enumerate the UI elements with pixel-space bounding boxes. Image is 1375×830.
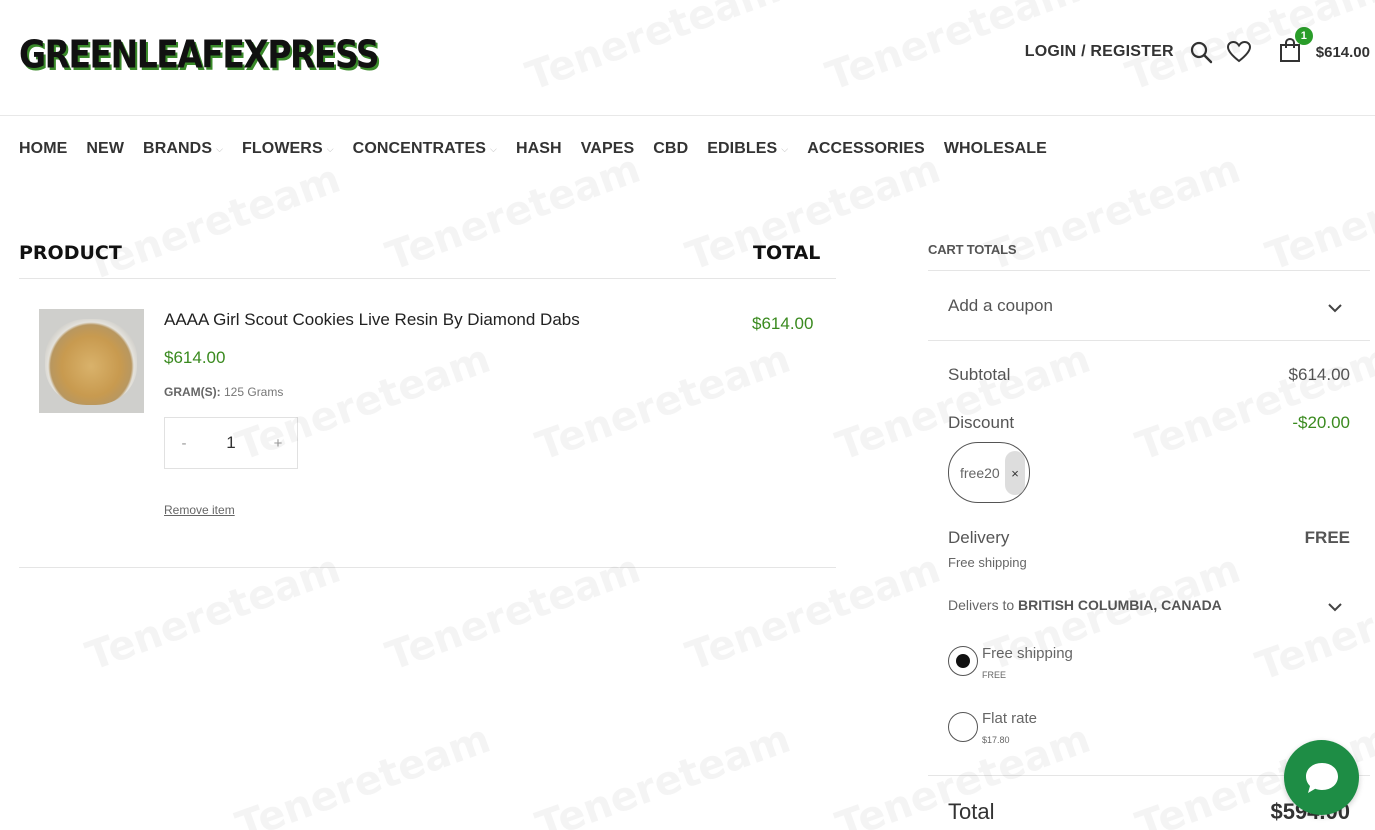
nav-label: NEW: [86, 140, 125, 157]
watermark: Tenereteam: [80, 156, 346, 290]
product-name[interactable]: AAAA Girl Scout Cookies Live Resin By Di…: [164, 310, 580, 330]
nav-label: ACCESSORIES: [807, 140, 925, 157]
delivery-label: Delivery: [948, 528, 1010, 547]
header-actions: LOGIN / REGISTER 1 $614.00: [1025, 26, 1370, 74]
product-variation: GRAM(S): 125 Grams: [164, 385, 283, 399]
watermark: Tenereteam: [530, 336, 796, 470]
watermark: Tenereteam: [1250, 556, 1375, 690]
nav-item-hash[interactable]: HASH: [516, 140, 562, 158]
shipping-option-label[interactable]: Flat rate: [982, 710, 1037, 727]
nav-label: EDIBLES: [707, 140, 778, 157]
variation-value: 125 Grams: [224, 385, 284, 399]
free-shipping-radio[interactable]: [948, 646, 978, 676]
nav-item-flowers[interactable]: FLOWERS ⌵: [242, 140, 334, 158]
nav-item-brands[interactable]: BRANDS ⌵: [143, 140, 223, 158]
watermark: Tenereteam: [980, 146, 1246, 280]
delivers-to-place: BRITISH COLUMBIA, CANADA: [1018, 597, 1222, 613]
nav-item-cbd[interactable]: CBD: [653, 140, 688, 158]
applied-coupon-chip: free20 ×: [948, 442, 1030, 503]
divider: [19, 567, 836, 568]
nav-item-new[interactable]: NEW: [86, 140, 124, 158]
site-header: GREENLEAFEXPRESS LOGIN / REGISTER 1 $614…: [0, 0, 1375, 116]
chevron-down-icon: ⌵: [216, 143, 224, 154]
chevron-down-icon: ⌵: [326, 143, 334, 154]
watermark: Tenereteam: [1130, 336, 1375, 470]
coupon-code: free20: [960, 464, 1000, 481]
cart-button[interactable]: 1: [1278, 26, 1313, 68]
watermark: Tenereteam: [380, 546, 646, 680]
nav-label: HOME: [19, 140, 68, 157]
delivers-to-prefix: Delivers to: [948, 597, 1015, 613]
nav-item-wholesale[interactable]: WHOLESALE: [944, 140, 1047, 158]
login-register-link[interactable]: LOGIN / REGISTER: [1025, 43, 1174, 61]
remove-item-link[interactable]: Remove item: [164, 503, 235, 517]
nav-label: FLOWERS: [242, 140, 323, 157]
delivery-method: Free shipping: [948, 555, 1027, 570]
watermark: Tenereteam: [530, 716, 796, 830]
watermark: Tenereteam: [230, 716, 496, 830]
cart-amount[interactable]: $614.00: [1316, 44, 1370, 61]
discount-value: -$20.00: [1292, 413, 1350, 432]
total-label: Total: [948, 799, 995, 824]
nav-item-home[interactable]: HOME: [19, 140, 67, 158]
delivery-value: FREE: [1304, 528, 1350, 547]
nav-item-concentrates[interactable]: CONCENTRATES ⌵: [353, 140, 497, 158]
nav-label: CONCENTRATES: [352, 140, 487, 157]
divider: [19, 278, 836, 279]
remove-coupon-button[interactable]: ×: [1005, 451, 1025, 495]
cart-totals-title: CART TOTALS: [928, 242, 1017, 257]
main-nav: HOME NEW BRANDS ⌵ FLOWERS ⌵ CONCENTRATES ⌵ …: [19, 137, 1066, 161]
row-total: $614.00: [752, 314, 814, 333]
shipping-option-price: FREE: [982, 670, 1007, 680]
product-price: $614.00: [164, 348, 226, 367]
cart-count-badge: 1: [1294, 26, 1313, 45]
divider: [928, 270, 1370, 271]
nav-label: VAPES: [580, 140, 635, 157]
nav-item-edibles[interactable]: EDIBLES ⌵: [707, 140, 788, 158]
chevron-down-icon: ⌵: [490, 143, 497, 154]
total-column-header: TOTAL: [753, 242, 821, 264]
watermark: Tenereteam: [680, 546, 946, 680]
product-jar-image: [45, 319, 137, 405]
watermark: Tenereteam: [380, 146, 646, 280]
chat-bubble-icon: [1305, 762, 1338, 793]
delivery-address-toggle[interactable]: Delivers to BRITISH COLUMBIA, CANADA: [948, 597, 1222, 613]
search-icon[interactable]: [1188, 39, 1214, 65]
flat-rate-radio[interactable]: [948, 712, 978, 742]
nav-label: WHOLESALE: [943, 140, 1047, 157]
chat-widget-button[interactable]: [1284, 740, 1359, 815]
nav-label: CBD: [653, 140, 689, 157]
product-column-header: PRODUCT: [19, 242, 122, 264]
divider: [928, 340, 1370, 341]
wishlist-heart-icon[interactable]: [1226, 39, 1252, 65]
nav-label: HASH: [515, 140, 562, 157]
nav-label: BRANDS: [143, 140, 213, 157]
qty-input[interactable]: 1: [203, 433, 259, 453]
product-thumbnail[interactable]: [39, 309, 144, 413]
shipping-option-price: $17.80: [982, 735, 1010, 745]
watermark: Tenereteam: [1260, 146, 1375, 280]
variation-label: GRAM(S):: [164, 385, 221, 399]
qty-increase-button[interactable]: +: [259, 435, 297, 452]
quantity-stepper: - 1 +: [164, 417, 298, 469]
qty-decrease-button[interactable]: -: [165, 435, 203, 452]
watermark: Tenereteam: [80, 546, 346, 680]
chevron-down-icon[interactable]: [1327, 599, 1343, 615]
chevron-down-icon[interactable]: [1327, 300, 1343, 316]
shipping-option-label[interactable]: Free shipping: [982, 645, 1073, 662]
subtotal-label: Subtotal: [948, 365, 1011, 384]
discount-label: Discount: [948, 413, 1015, 432]
chevron-down-icon: ⌵: [781, 143, 789, 154]
site-logo[interactable]: GREENLEAFEXPRESS: [19, 32, 380, 77]
nav-item-accessories[interactable]: ACCESSORIES: [807, 140, 925, 158]
nav-item-vapes[interactable]: VAPES: [581, 140, 635, 158]
add-coupon-toggle[interactable]: Add a coupon: [948, 296, 1053, 316]
subtotal-value: $614.00: [1288, 365, 1350, 384]
